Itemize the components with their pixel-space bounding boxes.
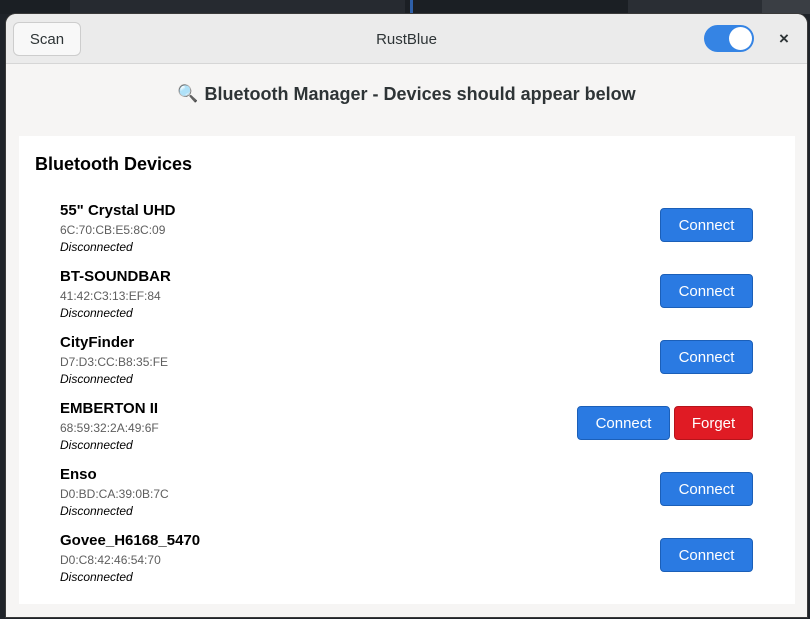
connect-button[interactable]: Connect (660, 340, 753, 374)
background-window (70, 0, 405, 14)
connect-button[interactable]: Connect (660, 274, 753, 308)
device-row: CityFinder D7:D3:CC:B8:35:FE Disconnecte… (19, 334, 795, 400)
device-row: BT-SOUNDBAR 41:42:C3:13:EF:84 Disconnect… (19, 268, 795, 334)
device-status: Disconnected (60, 306, 133, 320)
scan-button[interactable]: Scan (13, 22, 81, 56)
device-name: 55" Crystal UHD (60, 202, 176, 219)
background-divider (410, 0, 413, 14)
device-status: Disconnected (60, 438, 133, 452)
device-status: Disconnected (60, 372, 133, 386)
device-name: BT-SOUNDBAR (60, 268, 171, 285)
device-mac: D0:C8:42:46:54:70 (60, 553, 161, 567)
device-mac: 6C:70:CB:E5:8C:09 (60, 223, 166, 237)
device-name: CityFinder (60, 334, 135, 351)
background-window (628, 0, 762, 14)
device-name: Govee_H6168_5470 (60, 532, 201, 549)
page-heading-text: Bluetooth Manager - Devices should appea… (204, 83, 636, 104)
forget-button[interactable]: Forget (674, 406, 753, 440)
panel-title: Bluetooth Devices (35, 154, 193, 174)
app-window: Scan RustBlue × 🔍 Bluetooth Manager - De… (6, 14, 807, 617)
desktop-background (0, 0, 810, 14)
devices-panel: Bluetooth Devices 55" Crystal UHD 6C:70:… (19, 136, 795, 604)
device-mac: 68:59:32:2A:49:6F (60, 421, 159, 435)
device-mac: D0:BD:CA:39:0B:7C (60, 487, 169, 501)
device-status: Disconnected (60, 240, 133, 254)
device-row: 55" Crystal UHD 6C:70:CB:E5:8C:09 Discon… (19, 202, 795, 268)
device-row: EMBERTON II 68:59:32:2A:49:6F Disconnect… (19, 400, 795, 466)
device-status: Disconnected (60, 570, 133, 584)
close-button[interactable]: × (772, 27, 796, 51)
connect-button[interactable]: Connect (660, 538, 753, 572)
bluetooth-toggle[interactable] (704, 25, 754, 52)
device-mac: 41:42:C3:13:EF:84 (60, 289, 161, 303)
device-status: Disconnected (60, 504, 133, 518)
header-bar: Scan RustBlue × (6, 14, 807, 64)
page-heading: 🔍 Bluetooth Manager - Devices should app… (6, 64, 807, 124)
background-window (762, 0, 810, 14)
toggle-knob (729, 27, 752, 50)
device-row: Enso D0:BD:CA:39:0B:7C Disconnected Conn… (19, 466, 795, 532)
window-title: RustBlue (376, 30, 437, 48)
device-row: Govee_H6168_5470 D0:C8:42:46:54:70 Disco… (19, 532, 795, 598)
device-name: Enso (60, 466, 97, 483)
connect-button[interactable]: Connect (577, 406, 670, 440)
device-name: EMBERTON II (60, 400, 159, 417)
connect-button[interactable]: Connect (660, 208, 753, 242)
device-mac: D7:D3:CC:B8:35:FE (60, 355, 169, 369)
connect-button[interactable]: Connect (660, 472, 753, 506)
magnifier-icon: 🔍 (177, 84, 199, 104)
